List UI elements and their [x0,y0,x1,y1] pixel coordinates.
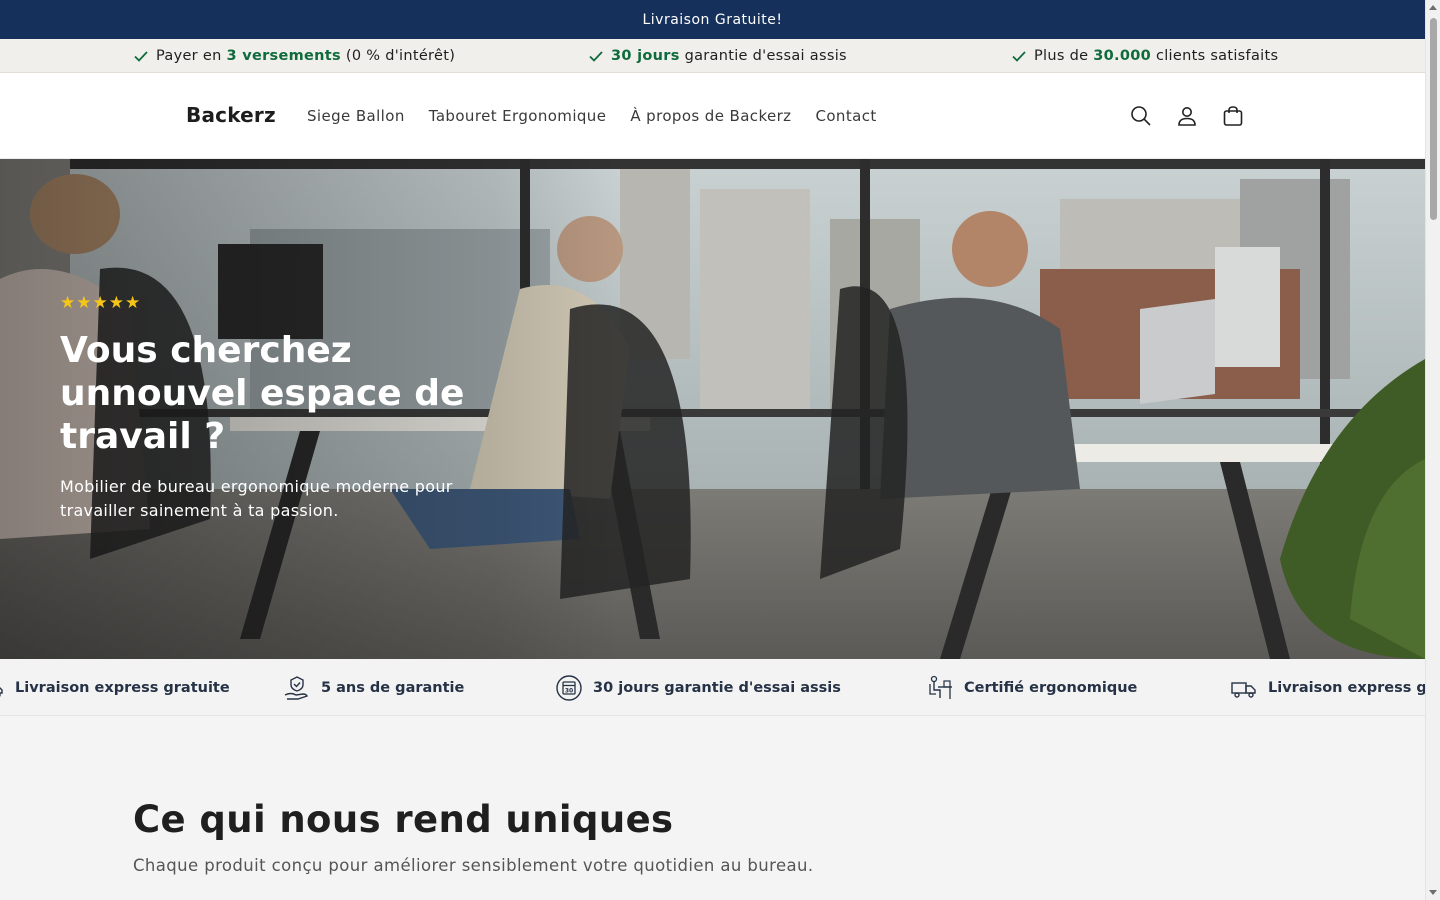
site-header: Backerz Siege Ballon Tabouret Ergonomiqu… [0,73,1425,159]
features-marquee: Livraison express gratuite 5 ans de gara… [0,659,1425,716]
hero-subtitle: Mobilier de bureau ergonomique moderne p… [60,477,453,520]
svg-text:30: 30 [565,687,573,694]
feature-trial: 30 30 jours garantie d'essai assis [555,659,841,715]
section-subtitle: Chaque produit conçu pour améliorer sens… [133,856,814,875]
truck-icon [0,686,3,697]
feature-label: Livraison express gratuite [15,679,230,696]
feature-label: 5 ans de garantie [321,679,465,696]
feature-ergonomic: Certifié ergonomique [926,659,1138,715]
nav-item-siege-ballon[interactable]: Siege Ballon [307,107,405,125]
main-nav: Siege Ballon Tabouret Ergonomique À prop… [307,73,877,159]
announcement-text: Livraison Gratuite! [642,11,783,28]
check-icon [134,51,148,62]
check-icon [1012,51,1026,62]
feature-label: 30 jours garantie d'essai assis [593,679,841,696]
desk-person-icon [929,675,952,699]
calendar-icon: 30 [556,674,582,701]
nav-item-tabouret[interactable]: Tabouret Ergonomique [429,107,607,125]
announcement-bar: Livraison Gratuite! [0,0,1425,39]
page-scrollbar[interactable] [1425,0,1440,900]
warranty-hand-icon [284,675,308,700]
hero-title: Vous cherchez unnouvel espace de travail… [60,330,465,457]
feature-label: Livraison express gratuite [1268,679,1425,696]
unique-section: Ce qui nous rend uniques Chaque produit … [0,716,1425,900]
page: Livraison Gratuite! Payer en 3 versement… [0,0,1425,900]
scroll-thumb[interactable] [1430,18,1437,220]
truck-icon [1231,681,1256,698]
usp-item-customers: Plus de 30.000 clients satisfaits [1011,39,1278,73]
feature-warranty: 5 ans de garantie [283,659,465,715]
header-icons [1128,102,1246,130]
logo[interactable]: Backerz [186,103,276,127]
cart-icon[interactable] [1220,102,1246,130]
check-icon [589,51,603,62]
feature-free-delivery-repeat: Livraison express gratuite [1230,659,1425,715]
hero-banner: ★★★★★ Vous cherchez unnouvel espace de t… [0,159,1425,659]
scroll-up-arrow-icon[interactable] [1429,5,1437,10]
feature-label: Certifié ergonomique [964,679,1138,696]
usp-item-installments: Payer en 3 versements (0 % d'intérêt) [133,39,455,73]
account-icon[interactable] [1174,102,1200,130]
search-icon[interactable] [1128,102,1154,130]
feature-free-delivery: Livraison express gratuite [0,659,230,715]
nav-item-about[interactable]: À propos de Backerz [630,107,791,125]
nav-item-contact[interactable]: Contact [815,107,876,125]
scroll-down-arrow-icon[interactable] [1429,890,1437,895]
usp-bar: Payer en 3 versements (0 % d'intérêt) 30… [0,39,1425,73]
section-title: Ce qui nous rend uniques [133,798,674,841]
rating-stars: ★★★★★ [60,293,142,313]
usp-item-trial: 30 jours garantie d'essai assis [588,39,847,73]
